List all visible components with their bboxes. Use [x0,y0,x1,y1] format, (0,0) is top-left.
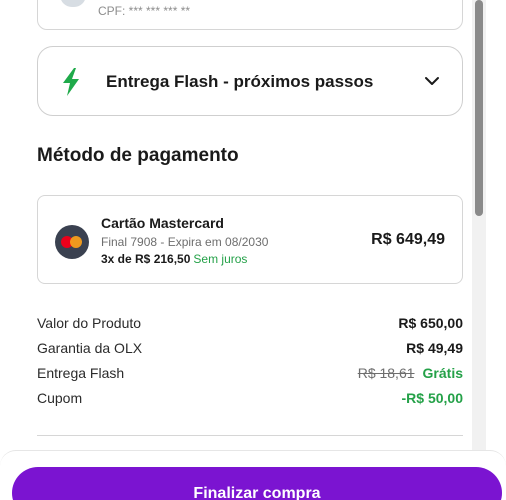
summary-value: R$ 650,00 [398,315,463,331]
summary-row-coupon: Cupom -R$ 50,00 [37,389,463,414]
summary-row-delivery: Entrega Flash R$ 18,61 Grátis [37,364,463,389]
finish-purchase-button[interactable]: Finalizar compra [12,467,502,500]
installments-value: 3x de R$ 216,50 [101,252,191,266]
cpf-text: CPF: *** *** *** ** [98,4,191,18]
chevron-down-icon[interactable] [424,75,440,87]
summary-label: Entrega Flash [37,365,125,381]
summary-value-free: R$ 18,61 Grátis [358,365,463,381]
user-avatar-icon [60,0,86,7]
delivery-flash-accordion[interactable]: Entrega Flash - próximos passos [37,46,463,116]
free-label: Grátis [422,365,463,381]
delivery-title: Entrega Flash - próximos passos [106,72,374,91]
summary-row-product: Valor do Produto R$ 650,00 [37,314,463,339]
card-name: Cartão Mastercard [101,215,224,231]
order-summary: Valor do Produto R$ 650,00 Garantia da O… [37,314,463,414]
summary-label: Garantia da OLX [37,340,143,356]
summary-value: R$ 49,49 [406,340,463,356]
payment-card-option[interactable]: Cartão Mastercard Final 7908 - Expira em… [37,195,463,284]
scrollbar-thumb[interactable] [475,0,483,216]
old-price: R$ 18,61 [357,365,415,381]
buyer-info-card: CPF: *** *** *** ** [37,0,463,30]
installments-note: Sem juros [193,252,248,266]
summary-value: -R$ 50,00 [401,390,463,406]
mastercard-icon [55,225,89,259]
lightning-bolt-icon [63,68,79,96]
card-expiry: Final 7908 - Expira em 08/2030 [101,235,269,249]
installments-info: 3x de R$ 216,50 Sem juros [101,252,247,266]
summary-row-warranty: Garantia da OLX R$ 49,49 [37,339,463,364]
payment-total: R$ 649,49 [371,231,445,248]
summary-label: Valor do Produto [37,315,142,331]
divider [37,435,463,436]
payment-method-title: Método de pagamento [37,145,239,166]
summary-label: Cupom [37,390,83,406]
